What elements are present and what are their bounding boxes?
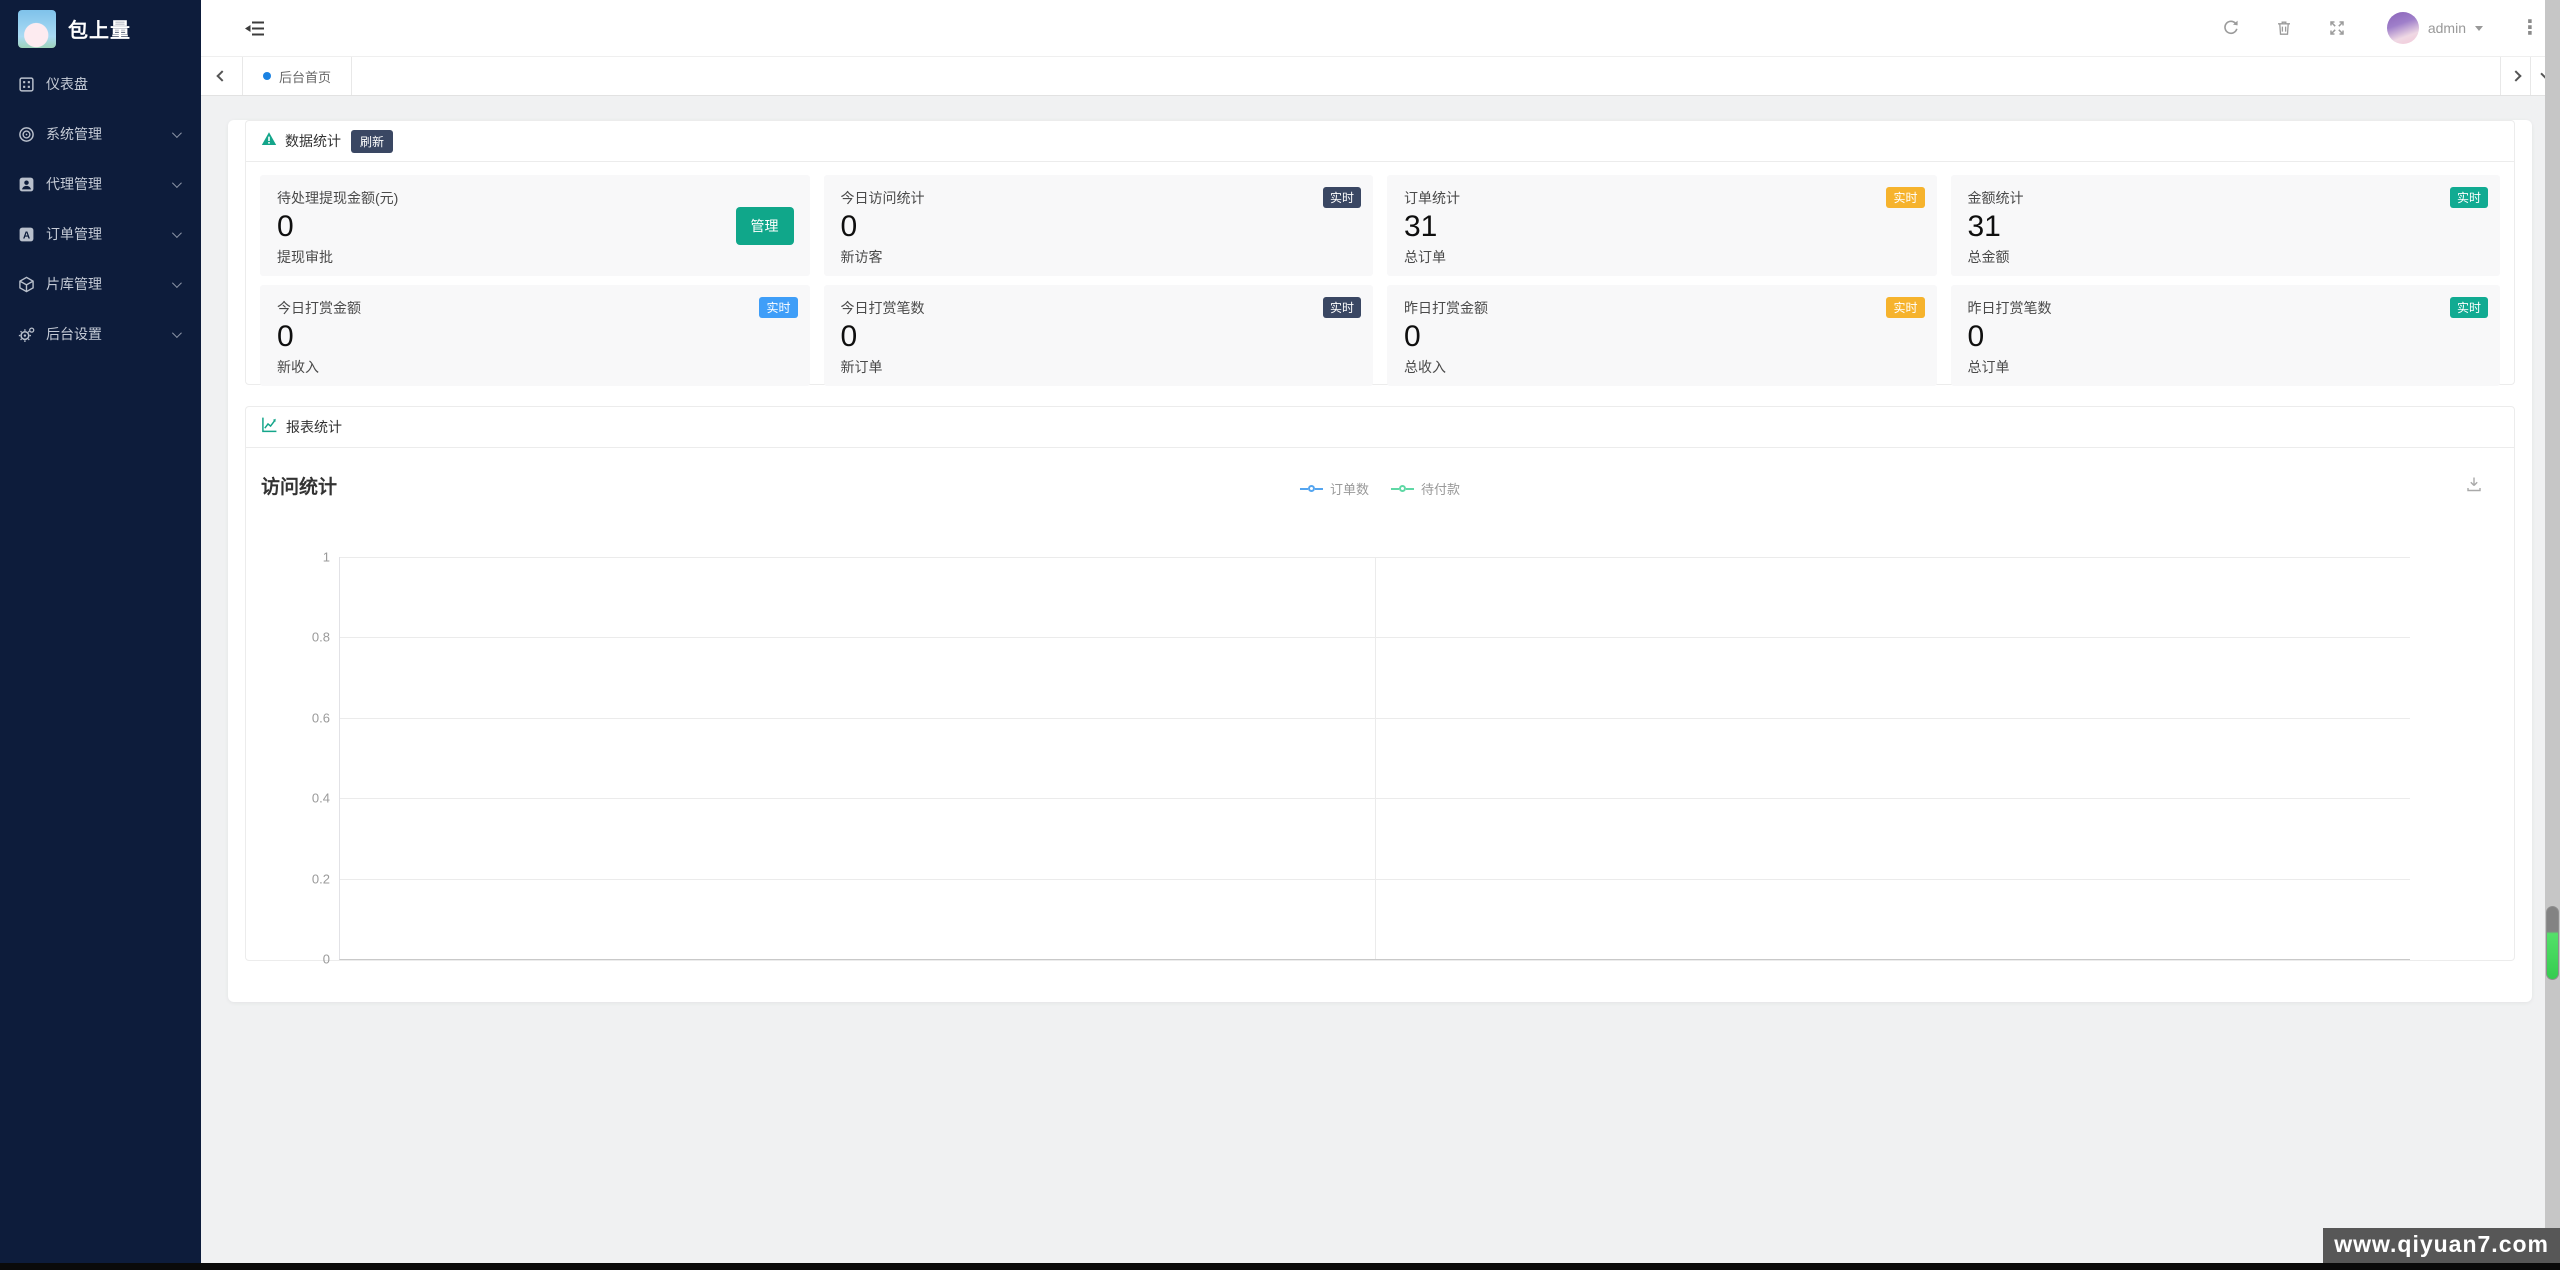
tab-scroll-left-button[interactable] [201, 57, 243, 95]
chevron-down-icon [2475, 25, 2483, 31]
line-chart-icon [261, 416, 278, 438]
stat-card-yesterday-reward-amount: 昨日打赏金额 实时 0 总收入 [1387, 285, 1937, 386]
chevron-down-icon [171, 177, 182, 188]
x-axis-splitline [1375, 557, 1376, 959]
app-logo[interactable]: 包上量 [0, 0, 201, 57]
stat-cards: 待处理提现金额(元) 0 提现审批 管理 今日访问统计 实时 0 新访客 订单统… [246, 162, 2514, 399]
media-library-icon [18, 276, 35, 293]
stat-card-visits: 今日访问统计 实时 0 新访客 [823, 175, 1373, 276]
warning-triangle-icon [261, 131, 277, 152]
watermark: www.qiyuan7.com [2323, 1228, 2560, 1263]
stat-card-today-reward-amount: 今日打赏金额 实时 0 新收入 [260, 285, 810, 386]
tabbar-spacer [352, 57, 2500, 95]
chevron-right-icon [2509, 70, 2522, 82]
sidebar-item-dashboard[interactable]: 仪表盘 [0, 59, 201, 109]
collapse-sidebar-button[interactable] [245, 20, 265, 37]
more-actions-button[interactable]: ⋮ [2520, 18, 2540, 38]
sidebar: 包上量 仪表盘 系统管理 代理管理 A 订单管理 片库管理 后台设置 [0, 0, 201, 1270]
stats-panel-title: 数据统计 [285, 133, 341, 149]
status-badge: 实时 [1886, 187, 1925, 208]
y-axis-tick: 0 [322, 951, 330, 967]
download-icon[interactable] [2465, 475, 2483, 498]
tab-scroll-right-button[interactable] [2500, 57, 2530, 95]
stat-card-amount: 金额统计 实时 31 总金额 [1950, 175, 2500, 276]
status-badge: 实时 [759, 297, 798, 318]
chart-title: 访问统计 [261, 477, 338, 498]
scrollbar-thumb[interactable] [2546, 906, 2559, 980]
legend-item-pending[interactable]: 待付款 [1391, 479, 1460, 498]
status-badge: 实时 [1322, 297, 1361, 318]
scrollbar[interactable] [2545, 0, 2560, 1263]
stats-panel-header: 数据统计 刷新 [246, 121, 2514, 162]
refresh-stats-button[interactable]: 刷新 [351, 129, 394, 153]
chart-legend: 订单数 待付款 [1299, 479, 1460, 498]
report-panel-header: 报表统计 [246, 407, 2514, 448]
main-container: 数据统计 刷新 待处理提现金额(元) 0 提现审批 管理 今日访问统计 实时 0… [228, 120, 2532, 1002]
refresh-icon[interactable] [2222, 19, 2240, 37]
chevron-down-icon [171, 127, 182, 138]
username: admin [2427, 20, 2466, 36]
stat-card-withdraw: 待处理提现金额(元) 0 提现审批 管理 [260, 175, 810, 276]
y-axis-tick: 0.6 [311, 710, 330, 726]
dashboard-icon [18, 76, 35, 93]
stat-card-yesterday-reward-count: 昨日打赏笔数 实时 0 总订单 [1950, 285, 2500, 386]
sidebar-item-media-library[interactable]: 片库管理 [0, 259, 201, 309]
status-badge: 实时 [1322, 187, 1361, 208]
avatar [2386, 12, 2419, 44]
sidebar-menu: 仪表盘 系统管理 代理管理 A 订单管理 片库管理 后台设置 [0, 59, 201, 359]
visit-chart: 访问统计 订单数 待付款 1 0.8 0.6 0.4 0.2 0 [246, 448, 2514, 967]
order-icon: A [18, 226, 35, 243]
trash-icon[interactable] [2275, 19, 2293, 37]
chevron-down-icon [171, 227, 182, 238]
chart-plot-area: 1 0.8 0.6 0.4 0.2 0 [312, 550, 2410, 967]
logo-avatar [18, 9, 56, 48]
bottom-strip [0, 1263, 2560, 1270]
agent-icon [18, 176, 35, 193]
sidebar-item-orders[interactable]: A 订单管理 [0, 209, 201, 259]
fullscreen-icon[interactable] [2328, 19, 2346, 37]
stat-card-today-reward-count: 今日打赏笔数 实时 0 新订单 [823, 285, 1373, 386]
y-axis-tick: 0.2 [311, 871, 330, 887]
tab-home[interactable]: 后台首页 [243, 57, 353, 95]
status-badge: 实时 [2449, 187, 2488, 208]
y-axis-tick: 0.4 [311, 790, 330, 806]
chevron-left-icon [215, 70, 228, 82]
y-axis-tick: 1 [322, 549, 330, 565]
chevron-down-icon [171, 327, 182, 338]
sidebar-item-system[interactable]: 系统管理 [0, 109, 201, 159]
chevron-down-icon [171, 277, 182, 288]
status-badge: 实时 [1886, 297, 1925, 318]
active-tab-dot [263, 72, 271, 80]
tabbar: 后台首页 [201, 57, 2560, 96]
settings-icon [18, 326, 35, 343]
sidebar-item-agents[interactable]: 代理管理 [0, 159, 201, 209]
system-icon [18, 126, 35, 143]
topbar-actions: admin ⋮ [2222, 12, 2540, 44]
legend-marker-icon [1399, 485, 1406, 492]
user-menu[interactable]: admin [2386, 12, 2483, 44]
y-axis-tick: 0.8 [311, 629, 330, 645]
svg-text:A: A [23, 230, 31, 241]
status-badge: 实时 [2449, 297, 2488, 318]
stats-panel: 数据统计 刷新 待处理提现金额(元) 0 提现审批 管理 今日访问统计 实时 0… [245, 120, 2515, 386]
topbar: admin ⋮ [201, 0, 2560, 57]
report-panel: 报表统计 访问统计 订单数 待付款 1 0.8 0.6 0.4 0.2 0 [245, 406, 2515, 967]
sidebar-item-settings[interactable]: 后台设置 [0, 309, 201, 359]
report-panel-title: 报表统计 [286, 419, 342, 435]
app-title: 包上量 [68, 20, 131, 42]
manage-button[interactable]: 管理 [735, 206, 794, 245]
content-area: 数据统计 刷新 待处理提现金额(元) 0 提现审批 管理 今日访问统计 实时 0… [201, 96, 2560, 1270]
legend-marker-icon [1307, 485, 1315, 492]
stat-card-orders: 订单统计 实时 31 总订单 [1387, 175, 1937, 276]
legend-item-orders[interactable]: 订单数 [1299, 479, 1369, 498]
